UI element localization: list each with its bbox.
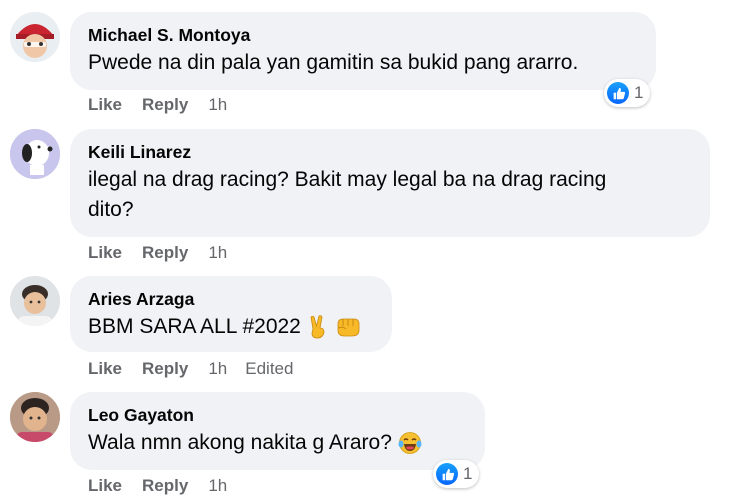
comment-text-line-2: dito? [88,198,134,221]
fist-emoji [337,319,359,337]
like-button[interactable]: Like [88,359,122,379]
avatar-image [10,276,60,326]
comment-author[interactable]: Michael S. Montoya [88,24,640,46]
comment-time[interactable]: 1h [208,243,227,263]
comment-author[interactable]: Aries Arzaga [88,288,376,310]
reply-button[interactable]: Reply [142,243,188,263]
comment-text: BBM SARA ALL #2022 [88,315,301,338]
comment-text-row: Wala nmn akong nakita g Araro? [88,428,469,458]
comment-author[interactable]: Keili Linarez [88,141,694,163]
comment-time[interactable]: 1h [208,359,227,379]
avatar[interactable] [10,392,60,442]
comment-author[interactable]: Leo Gayaton [88,404,469,426]
comment-bubble: Michael S. Montoya Pwede na din pala yan… [70,12,656,90]
avatar-image [10,12,60,62]
comment-time[interactable]: 1h [208,476,227,496]
like-reaction-icon [436,463,458,485]
like-button[interactable]: Like [88,476,122,496]
comment-text-line-1: ilegal na drag racing? Bakit may legal b… [88,168,607,191]
reply-button[interactable]: Reply [142,95,188,115]
like-reaction-icon [607,82,629,104]
comment-text: Pwede na din pala yan gamitin sa bukid p… [88,51,579,74]
like-button[interactable]: Like [88,243,122,263]
like-button[interactable]: Like [88,95,122,115]
comment-bubble: Leo Gayaton Wala nmn akong nakita g Arar… [70,392,485,470]
comment-actions: Like Reply 1h [88,95,245,115]
avatar-image [10,129,60,179]
avatar[interactable] [10,12,60,62]
victory-hand-emoji [310,315,325,339]
comment-bubble: Aries Arzaga BBM SARA ALL #2022 [70,276,392,352]
reply-button[interactable]: Reply [142,476,188,496]
reaction-count: 1 [634,83,644,102]
reaction-summary[interactable]: 1 [604,79,651,107]
reaction-summary[interactable]: 1 [433,460,480,488]
avatar[interactable] [10,129,60,179]
reaction-count: 1 [463,464,473,483]
comment-text: Wala nmn akong nakita g Araro? [88,431,392,454]
avatar[interactable] [10,276,60,326]
comment-actions: Like Reply 1h [88,476,245,496]
reply-button[interactable]: Reply [142,359,188,379]
comment-time[interactable]: 1h [208,95,227,115]
avatar-image [10,392,60,442]
comment-text-row: BBM SARA ALL #2022 [88,312,376,342]
comment-bubble: Keili Linarez ilegal na drag racing? Bak… [70,129,710,237]
edited-label[interactable]: Edited [245,359,293,379]
comment-actions: Like Reply 1h Edited [88,359,293,379]
laughing-tears-emoji [398,432,422,455]
comment-actions: Like Reply 1h [88,243,245,263]
